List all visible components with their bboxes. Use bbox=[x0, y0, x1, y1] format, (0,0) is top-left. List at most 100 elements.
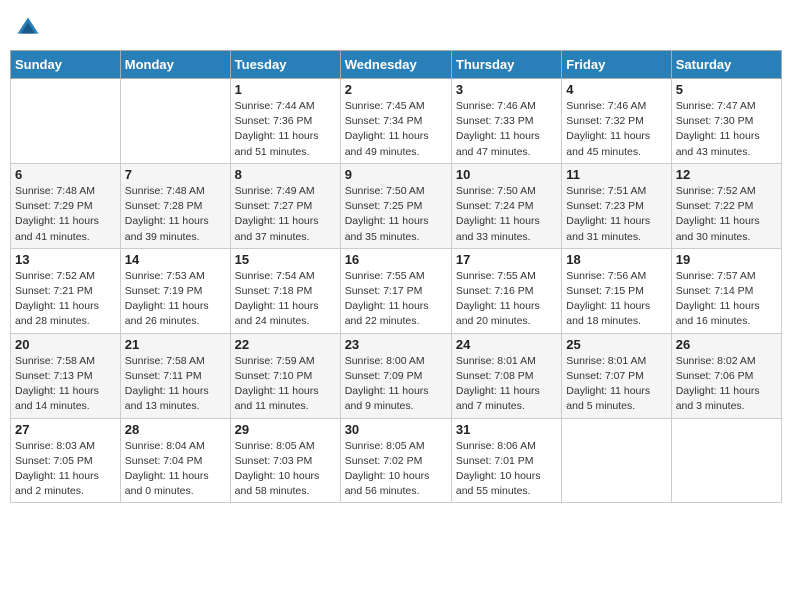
day-number: 1 bbox=[235, 82, 336, 97]
day-number: 15 bbox=[235, 252, 336, 267]
day-number: 25 bbox=[566, 337, 666, 352]
weekday-header-sunday: Sunday bbox=[11, 51, 121, 79]
day-number: 23 bbox=[345, 337, 447, 352]
day-number: 28 bbox=[125, 422, 226, 437]
day-info: Sunrise: 8:01 AM Sunset: 7:07 PM Dayligh… bbox=[566, 354, 666, 415]
calendar-cell: 9 Sunrise: 7:50 AM Sunset: 7:25 PM Daylig… bbox=[340, 163, 451, 248]
day-info: Sunrise: 7:57 AM Sunset: 7:14 PM Dayligh… bbox=[676, 269, 777, 330]
weekday-header-saturday: Saturday bbox=[671, 51, 781, 79]
calendar-cell: 30Sunrise: 8:05 AM Sunset: 7:02 PM Dayli… bbox=[340, 418, 451, 503]
day-number: 30 bbox=[345, 422, 447, 437]
day-number: 29 bbox=[235, 422, 336, 437]
calendar-cell: 25 Sunrise: 8:01 AM Sunset: 7:07 PM Dayli… bbox=[562, 333, 671, 418]
day-number: 14 bbox=[125, 252, 226, 267]
day-info: Sunrise: 7:47 AM Sunset: 7:30 PM Dayligh… bbox=[676, 99, 777, 160]
calendar-cell bbox=[120, 79, 230, 164]
day-info: Sunrise: 7:48 AM Sunset: 7:28 PM Dayligh… bbox=[125, 184, 226, 245]
day-info: Sunrise: 8:02 AM Sunset: 7:06 PM Dayligh… bbox=[676, 354, 777, 415]
day-info: Sunrise: 8:03 AM Sunset: 7:05 PM Dayligh… bbox=[15, 439, 116, 500]
logo-icon bbox=[14, 14, 42, 42]
day-number: 21 bbox=[125, 337, 226, 352]
day-info: Sunrise: 8:00 AM Sunset: 7:09 PM Dayligh… bbox=[345, 354, 447, 415]
week-row-4: 20 Sunrise: 7:58 AM Sunset: 7:13 PM Dayli… bbox=[11, 333, 782, 418]
calendar-cell bbox=[671, 418, 781, 503]
day-number: 13 bbox=[15, 252, 116, 267]
calendar-cell: 6 Sunrise: 7:48 AM Sunset: 7:29 PM Daylig… bbox=[11, 163, 121, 248]
day-info: Sunrise: 8:05 AM Sunset: 7:03 PM Dayligh… bbox=[235, 439, 336, 500]
calendar-cell: 17Sunrise: 7:55 AM Sunset: 7:16 PM Dayli… bbox=[451, 248, 561, 333]
day-number: 24 bbox=[456, 337, 557, 352]
calendar-cell: 13Sunrise: 7:52 AM Sunset: 7:21 PM Dayli… bbox=[11, 248, 121, 333]
day-number: 17 bbox=[456, 252, 557, 267]
day-number: 31 bbox=[456, 422, 557, 437]
calendar-cell: 11 Sunrise: 7:51 AM Sunset: 7:23 PM Dayli… bbox=[562, 163, 671, 248]
week-row-5: 27Sunrise: 8:03 AM Sunset: 7:05 PM Dayli… bbox=[11, 418, 782, 503]
calendar-cell bbox=[562, 418, 671, 503]
calendar-cell: 1 Sunrise: 7:44 AM Sunset: 7:36 PM Daylig… bbox=[230, 79, 340, 164]
week-row-3: 13Sunrise: 7:52 AM Sunset: 7:21 PM Dayli… bbox=[11, 248, 782, 333]
weekday-header-friday: Friday bbox=[562, 51, 671, 79]
day-info: Sunrise: 7:59 AM Sunset: 7:10 PM Dayligh… bbox=[235, 354, 336, 415]
day-info: Sunrise: 7:50 AM Sunset: 7:24 PM Dayligh… bbox=[456, 184, 557, 245]
day-number: 18 bbox=[566, 252, 666, 267]
calendar-cell: 21Sunrise: 7:58 AM Sunset: 7:11 PM Dayli… bbox=[120, 333, 230, 418]
logo bbox=[14, 10, 46, 42]
day-number: 12 bbox=[676, 167, 777, 182]
calendar-cell: 5 Sunrise: 7:47 AM Sunset: 7:30 PM Daylig… bbox=[671, 79, 781, 164]
day-info: Sunrise: 7:50 AM Sunset: 7:25 PM Dayligh… bbox=[345, 184, 447, 245]
day-info: Sunrise: 7:53 AM Sunset: 7:19 PM Dayligh… bbox=[125, 269, 226, 330]
day-number: 10 bbox=[456, 167, 557, 182]
calendar-cell: 14 Sunrise: 7:53 AM Sunset: 7:19 PM Dayli… bbox=[120, 248, 230, 333]
day-number: 9 bbox=[345, 167, 447, 182]
calendar-cell: 29 Sunrise: 8:05 AM Sunset: 7:03 PM Dayli… bbox=[230, 418, 340, 503]
day-number: 11 bbox=[566, 167, 666, 182]
day-number: 26 bbox=[676, 337, 777, 352]
day-number: 5 bbox=[676, 82, 777, 97]
calendar-cell: 7 Sunrise: 7:48 AM Sunset: 7:28 PM Daylig… bbox=[120, 163, 230, 248]
calendar-cell: 8 Sunrise: 7:49 AM Sunset: 7:27 PM Daylig… bbox=[230, 163, 340, 248]
calendar-cell: 28 Sunrise: 8:04 AM Sunset: 7:04 PM Dayli… bbox=[120, 418, 230, 503]
day-number: 7 bbox=[125, 167, 226, 182]
day-info: Sunrise: 7:55 AM Sunset: 7:17 PM Dayligh… bbox=[345, 269, 447, 330]
calendar-cell: 26 Sunrise: 8:02 AM Sunset: 7:06 PM Dayli… bbox=[671, 333, 781, 418]
weekday-header-wednesday: Wednesday bbox=[340, 51, 451, 79]
day-info: Sunrise: 7:54 AM Sunset: 7:18 PM Dayligh… bbox=[235, 269, 336, 330]
weekday-header-tuesday: Tuesday bbox=[230, 51, 340, 79]
calendar-cell: 18Sunrise: 7:56 AM Sunset: 7:15 PM Dayli… bbox=[562, 248, 671, 333]
day-info: Sunrise: 7:51 AM Sunset: 7:23 PM Dayligh… bbox=[566, 184, 666, 245]
day-info: Sunrise: 7:49 AM Sunset: 7:27 PM Dayligh… bbox=[235, 184, 336, 245]
day-info: Sunrise: 7:46 AM Sunset: 7:33 PM Dayligh… bbox=[456, 99, 557, 160]
calendar-cell: 22 Sunrise: 7:59 AM Sunset: 7:10 PM Dayli… bbox=[230, 333, 340, 418]
calendar-cell: 20 Sunrise: 7:58 AM Sunset: 7:13 PM Dayli… bbox=[11, 333, 121, 418]
day-info: Sunrise: 8:01 AM Sunset: 7:08 PM Dayligh… bbox=[456, 354, 557, 415]
day-info: Sunrise: 7:58 AM Sunset: 7:13 PM Dayligh… bbox=[15, 354, 116, 415]
calendar-cell: 4 Sunrise: 7:46 AM Sunset: 7:32 PM Daylig… bbox=[562, 79, 671, 164]
day-info: Sunrise: 7:45 AM Sunset: 7:34 PM Dayligh… bbox=[345, 99, 447, 160]
calendar-table: SundayMondayTuesdayWednesdayThursdayFrid… bbox=[10, 50, 782, 503]
weekday-header-thursday: Thursday bbox=[451, 51, 561, 79]
page-header bbox=[10, 10, 782, 42]
calendar-cell bbox=[11, 79, 121, 164]
week-row-2: 6 Sunrise: 7:48 AM Sunset: 7:29 PM Daylig… bbox=[11, 163, 782, 248]
calendar-cell: 23 Sunrise: 8:00 AM Sunset: 7:09 PM Dayli… bbox=[340, 333, 451, 418]
calendar-cell: 15 Sunrise: 7:54 AM Sunset: 7:18 PM Dayli… bbox=[230, 248, 340, 333]
calendar-cell: 2Sunrise: 7:45 AM Sunset: 7:34 PM Daylig… bbox=[340, 79, 451, 164]
day-info: Sunrise: 8:06 AM Sunset: 7:01 PM Dayligh… bbox=[456, 439, 557, 500]
day-number: 8 bbox=[235, 167, 336, 182]
day-number: 4 bbox=[566, 82, 666, 97]
calendar-cell: 16 Sunrise: 7:55 AM Sunset: 7:17 PM Dayli… bbox=[340, 248, 451, 333]
calendar-cell: 3 Sunrise: 7:46 AM Sunset: 7:33 PM Daylig… bbox=[451, 79, 561, 164]
day-number: 20 bbox=[15, 337, 116, 352]
day-info: Sunrise: 7:48 AM Sunset: 7:29 PM Dayligh… bbox=[15, 184, 116, 245]
day-info: Sunrise: 7:44 AM Sunset: 7:36 PM Dayligh… bbox=[235, 99, 336, 160]
calendar-cell: 12 Sunrise: 7:52 AM Sunset: 7:22 PM Dayli… bbox=[671, 163, 781, 248]
day-number: 3 bbox=[456, 82, 557, 97]
day-number: 6 bbox=[15, 167, 116, 182]
day-number: 22 bbox=[235, 337, 336, 352]
day-info: Sunrise: 8:04 AM Sunset: 7:04 PM Dayligh… bbox=[125, 439, 226, 500]
calendar-cell: 27Sunrise: 8:03 AM Sunset: 7:05 PM Dayli… bbox=[11, 418, 121, 503]
day-info: Sunrise: 7:46 AM Sunset: 7:32 PM Dayligh… bbox=[566, 99, 666, 160]
week-row-1: 1 Sunrise: 7:44 AM Sunset: 7:36 PM Daylig… bbox=[11, 79, 782, 164]
day-info: Sunrise: 7:52 AM Sunset: 7:22 PM Dayligh… bbox=[676, 184, 777, 245]
day-number: 16 bbox=[345, 252, 447, 267]
